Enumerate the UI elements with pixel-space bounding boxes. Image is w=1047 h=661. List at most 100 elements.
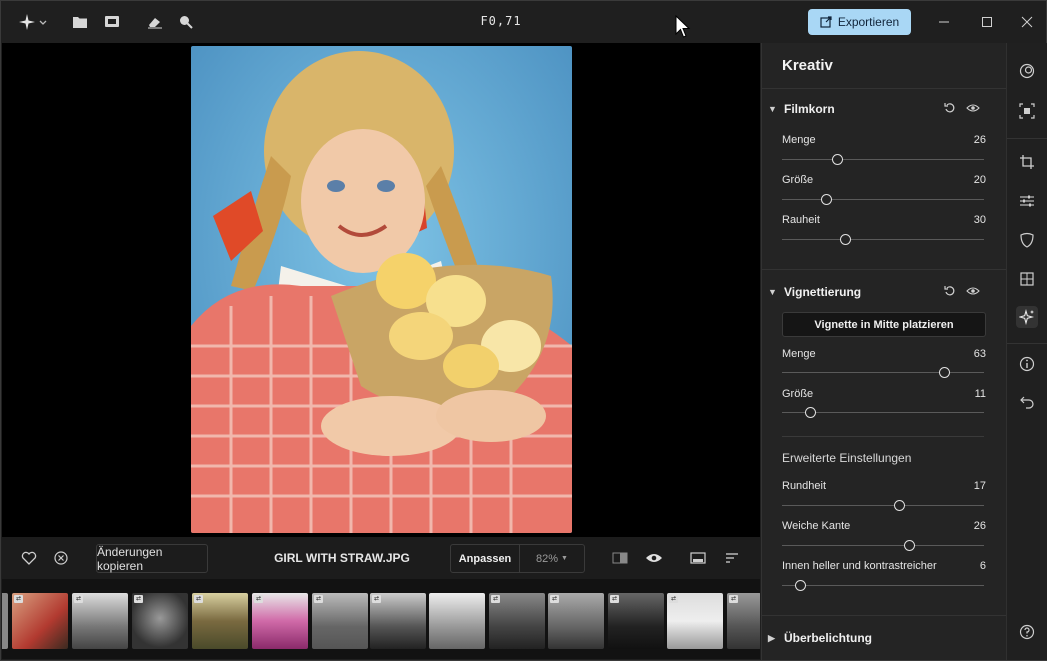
edited-badge-icon: ⇄ bbox=[372, 595, 381, 603]
title-bar: F0,71 Exportieren bbox=[1, 1, 1046, 43]
landscape-grid-icon[interactable] bbox=[1016, 268, 1038, 290]
innen-heller-value[interactable]: 6 bbox=[980, 560, 986, 572]
divider bbox=[762, 88, 1006, 89]
reset-icon[interactable] bbox=[944, 102, 956, 117]
slider-knob[interactable] bbox=[805, 407, 817, 418]
edited-badge-icon: ⇄ bbox=[314, 595, 323, 603]
sort-icon[interactable] bbox=[723, 549, 741, 567]
thumbnail[interactable]: ⇄ bbox=[667, 593, 723, 649]
zoom-value: 82% bbox=[536, 552, 559, 565]
reject-icon[interactable] bbox=[52, 549, 70, 567]
thumbnail[interactable] bbox=[429, 593, 485, 649]
slider-knob[interactable] bbox=[795, 580, 807, 591]
filmkorn-groesse-slider[interactable] bbox=[782, 194, 984, 205]
edited-badge-icon: ⇄ bbox=[194, 595, 203, 603]
presets-icon[interactable] bbox=[1016, 60, 1038, 82]
thumbnail[interactable]: ⇄ bbox=[12, 593, 68, 649]
visibility-eye-icon[interactable] bbox=[966, 102, 980, 117]
bottom-toolbar: Änderungen kopieren GIRL WITH STRAW.JPG … bbox=[2, 537, 760, 579]
innen-heller-label: Innen heller und kontrastreicher bbox=[782, 560, 937, 572]
edited-badge-icon: ⇄ bbox=[134, 595, 143, 603]
divider bbox=[762, 615, 1006, 616]
caret-down-icon: ▼ bbox=[768, 287, 777, 297]
thumbnail[interactable]: ⇄ bbox=[252, 593, 308, 649]
thumbnail[interactable] bbox=[2, 593, 8, 649]
slider-knob[interactable] bbox=[839, 234, 851, 245]
filmkorn-menge-slider[interactable] bbox=[782, 154, 984, 165]
fit-button[interactable]: Anpassen bbox=[451, 545, 520, 572]
edited-badge-icon: ⇄ bbox=[491, 595, 500, 603]
filmkorn-menge-value[interactable]: 26 bbox=[974, 134, 986, 146]
innen-heller-slider[interactable] bbox=[782, 580, 984, 591]
section-filmkorn-label: Filmkorn bbox=[784, 102, 835, 116]
rundheit-label: Rundheit bbox=[782, 480, 827, 492]
export-label: Exportieren bbox=[837, 15, 900, 29]
divider bbox=[782, 436, 984, 437]
adjustments-sliders-icon[interactable] bbox=[1016, 190, 1038, 212]
history-undo-icon[interactable] bbox=[1016, 391, 1038, 413]
reset-icon[interactable] bbox=[944, 285, 956, 300]
visibility-eye-icon[interactable] bbox=[966, 285, 980, 300]
thumbnail[interactable]: ⇄ bbox=[608, 593, 664, 649]
weiche-kante-value[interactable]: 26 bbox=[974, 520, 986, 532]
filmkorn-rauheit-slider[interactable] bbox=[782, 234, 984, 245]
creative-sparkle-icon[interactable] bbox=[1016, 306, 1038, 328]
file-name: GIRL WITH STRAW.JPG bbox=[274, 551, 410, 565]
rundheit-slider[interactable] bbox=[782, 500, 984, 511]
section-overexposure-header[interactable]: ▶ Überbelichtung bbox=[768, 631, 872, 645]
slider-knob[interactable] bbox=[821, 194, 833, 205]
section-vignette-actions bbox=[944, 285, 980, 300]
copy-changes-button[interactable]: Änderungen kopieren bbox=[96, 544, 208, 573]
center-vignette-button[interactable]: Vignette in Mitte platzieren bbox=[782, 312, 986, 337]
maximize-button[interactable] bbox=[977, 12, 997, 32]
thumbnail[interactable]: ⇄ bbox=[192, 593, 248, 649]
compare-split-icon[interactable] bbox=[611, 549, 629, 567]
filmkorn-menge-label: Menge bbox=[782, 134, 816, 146]
info-icon[interactable] bbox=[1016, 353, 1038, 375]
filmkorn-rauheit-label: Rauheit bbox=[782, 214, 820, 226]
help-icon[interactable] bbox=[1016, 621, 1038, 643]
slider-knob[interactable] bbox=[831, 154, 843, 165]
crop-icon[interactable] bbox=[1016, 151, 1038, 173]
thumbnail[interactable]: ⇄ bbox=[72, 593, 128, 649]
edited-badge-icon: ⇄ bbox=[254, 595, 263, 603]
filmstrip: ⇄ ⇄ ⇄ ⇄ ⇄ ⇄ ⇄ ⇄ ⇄ ⇄ ⇄ ⇄ bbox=[2, 579, 760, 659]
vignette-menge-slider[interactable] bbox=[782, 367, 984, 378]
chevron-down-icon: ▼ bbox=[561, 555, 568, 562]
minimize-button[interactable] bbox=[934, 12, 954, 32]
slider-knob[interactable] bbox=[904, 540, 916, 551]
thumbnail[interactable]: ⇄ bbox=[548, 593, 604, 649]
favorite-heart-icon[interactable] bbox=[20, 549, 38, 567]
section-overexposure-label: Überbelichtung bbox=[784, 631, 873, 645]
export-button[interactable]: Exportieren bbox=[808, 9, 911, 35]
section-filmkorn-header[interactable]: ▼ Filmkorn bbox=[768, 102, 835, 116]
caret-right-icon: ▶ bbox=[768, 632, 775, 643]
portrait-face-icon[interactable] bbox=[1016, 229, 1038, 251]
section-vignette-header[interactable]: ▼ Vignettierung bbox=[768, 285, 861, 299]
close-button[interactable] bbox=[1017, 12, 1037, 32]
preview-eye-icon[interactable] bbox=[645, 549, 663, 567]
weiche-kante-slider[interactable] bbox=[782, 540, 984, 551]
edited-badge-icon: ⇄ bbox=[610, 595, 619, 603]
thumbnail[interactable]: ⇄ bbox=[489, 593, 545, 649]
thumbnail[interactable]: ⇄ bbox=[370, 593, 426, 649]
vignette-groesse-value[interactable]: 11 bbox=[975, 388, 986, 400]
slider-knob[interactable] bbox=[894, 500, 906, 511]
rundheit-value[interactable]: 17 bbox=[974, 480, 986, 492]
vignette-groesse-slider[interactable] bbox=[782, 407, 984, 418]
vignette-menge-value[interactable]: 63 bbox=[974, 348, 986, 360]
weiche-kante-label: Weiche Kante bbox=[782, 520, 851, 532]
thumbnail[interactable]: ⇄ bbox=[727, 593, 760, 649]
panel-title: Kreativ bbox=[782, 57, 833, 74]
thumbnail[interactable]: ⇄ bbox=[132, 593, 188, 649]
filmkorn-groesse-label: Größe bbox=[782, 174, 814, 186]
filmkorn-rauheit-value[interactable]: 30 bbox=[974, 214, 986, 226]
thumbnail[interactable]: ⇄ bbox=[312, 593, 368, 649]
vignette-menge-label: Menge bbox=[782, 348, 816, 360]
image-canvas[interactable] bbox=[2, 43, 760, 537]
zoom-dropdown[interactable]: 82% ▼ bbox=[520, 545, 584, 572]
filmkorn-groesse-value[interactable]: 20 bbox=[974, 174, 986, 186]
slider-knob[interactable] bbox=[938, 367, 950, 378]
filmstrip-toggle-icon[interactable] bbox=[689, 549, 707, 567]
ai-select-icon[interactable] bbox=[1016, 100, 1038, 122]
